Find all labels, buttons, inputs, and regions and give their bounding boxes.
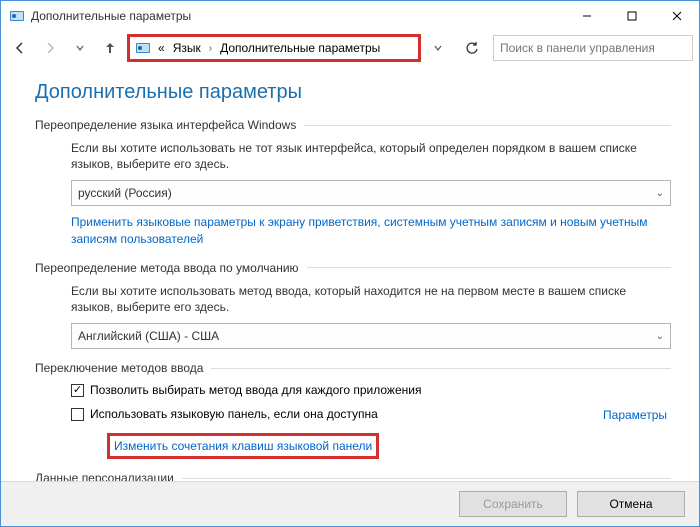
use-language-bar-label: Использовать языковую панель, если она д… [90, 407, 378, 421]
back-button[interactable] [7, 35, 33, 61]
change-hotkeys-link[interactable]: Изменить сочетания клавиш языковой панел… [107, 433, 379, 459]
window-title: Дополнительные параметры [31, 9, 191, 23]
save-button[interactable]: Сохранить [459, 491, 567, 517]
language-bar-options-link[interactable]: Параметры [603, 408, 667, 422]
chevron-right-icon: › [205, 43, 216, 54]
chevron-down-icon: ⌄ [656, 188, 664, 199]
chevron-down-icon: ⌄ [656, 331, 664, 342]
override-display-language-description: Если вы хотите использовать не тот язык … [71, 140, 671, 172]
button-bar: Сохранить Отмена [1, 481, 699, 526]
window: Дополнительные параметры « Язык › Дополн… [0, 0, 700, 527]
cancel-button[interactable]: Отмена [577, 491, 685, 517]
refresh-button[interactable] [459, 35, 485, 61]
per-app-input-method-row: ✓ Позволить выбирать метод ввода для каж… [71, 383, 671, 397]
search-box[interactable] [493, 35, 693, 61]
section-override-display-language: Переопределение языка интерфейса Windows [35, 118, 671, 132]
minimize-button[interactable] [564, 1, 609, 31]
breadcrumb-segment-advanced[interactable]: Дополнительные параметры [216, 39, 384, 57]
recent-locations-button[interactable] [67, 35, 93, 61]
page-title: Дополнительные параметры [35, 81, 671, 104]
input-method-select[interactable]: Английский (США) - США ⌄ [71, 323, 671, 349]
control-panel-icon [134, 39, 152, 57]
per-app-input-method-label: Позволить выбирать метод ввода для каждо… [90, 383, 421, 397]
use-language-bar-checkbox[interactable] [71, 408, 84, 421]
per-app-input-method-checkbox[interactable]: ✓ [71, 384, 84, 397]
nav-row: « Язык › Дополнительные параметры [1, 31, 699, 65]
content-area: Дополнительные параметры Переопределение… [1, 65, 699, 526]
section-switching-input-methods: Переключение методов ввода [35, 361, 671, 375]
maximize-button[interactable] [609, 1, 654, 31]
control-panel-icon [9, 8, 25, 24]
search-input[interactable] [498, 40, 688, 56]
titlebar: Дополнительные параметры [1, 1, 699, 31]
breadcrumb-segment-language[interactable]: Язык [169, 39, 205, 57]
forward-button[interactable] [37, 35, 63, 61]
close-button[interactable] [654, 1, 699, 31]
apply-to-welcome-screen-link[interactable]: Применить языковые параметры к экрану пр… [71, 214, 671, 246]
section-override-input-method: Переопределение метода ввода по умолчани… [35, 261, 671, 275]
display-language-select[interactable]: русский (Россия) ⌄ [71, 180, 671, 206]
breadcrumb-prefix[interactable]: « [154, 39, 169, 57]
breadcrumb-dropdown-button[interactable] [425, 35, 451, 61]
use-language-bar-row: Использовать языковую панель, если она д… [71, 407, 378, 421]
up-button[interactable] [97, 35, 123, 61]
breadcrumb[interactable]: « Язык › Дополнительные параметры [127, 34, 421, 62]
override-input-method-description: Если вы хотите использовать метод ввода,… [71, 283, 671, 315]
